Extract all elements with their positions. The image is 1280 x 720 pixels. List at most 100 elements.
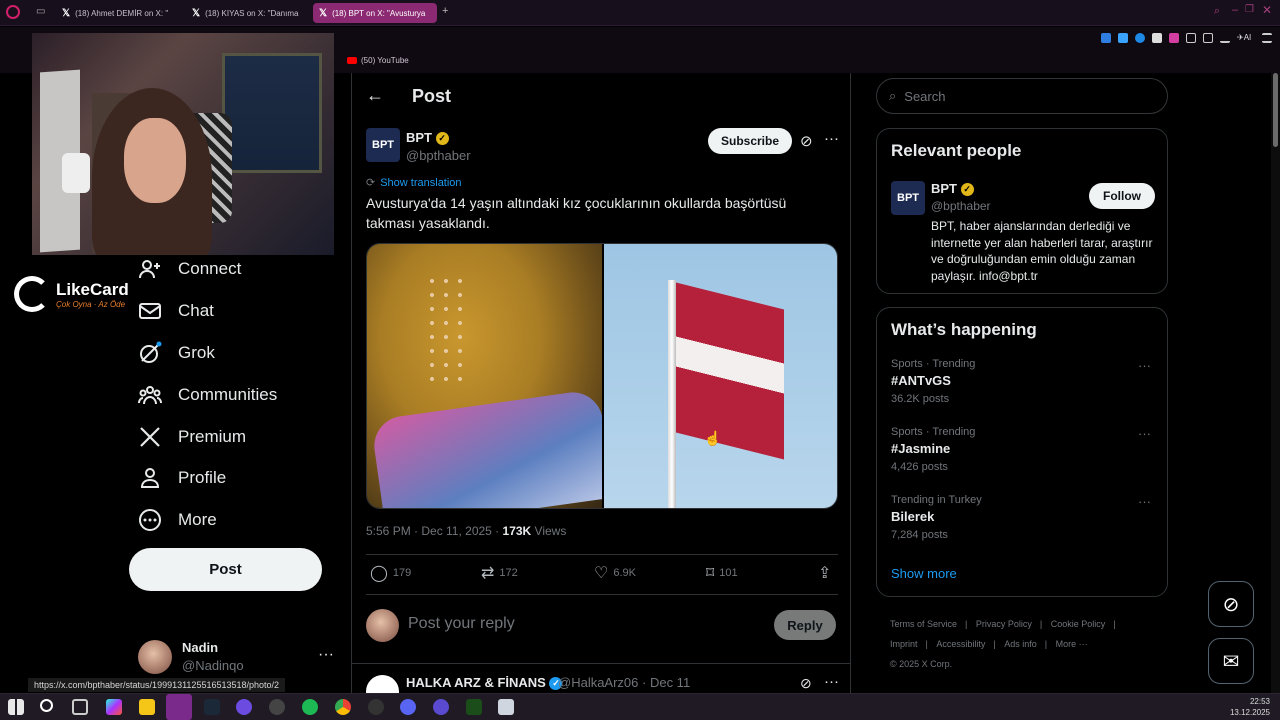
app-icon[interactable] [368, 699, 384, 715]
steam-icon[interactable] [204, 699, 220, 715]
photo-austrian-flag[interactable] [604, 244, 837, 508]
new-tab-button[interactable]: + [442, 5, 448, 17]
file-explorer-icon[interactable] [139, 699, 155, 715]
extension-icon[interactable] [1118, 33, 1128, 43]
menu-icon[interactable] [1262, 33, 1272, 43]
discord-icon[interactable] [400, 699, 416, 715]
extension-icon[interactable] [1135, 33, 1145, 43]
messages-fab[interactable]: ✉ [1208, 638, 1254, 684]
scrollbar-thumb[interactable] [1273, 73, 1278, 147]
tab-3-active[interactable]: 𝕏 (18) BPT on X: "Avusturya [313, 3, 437, 23]
grok-icon[interactable]: ⊘ [800, 132, 813, 150]
nav-chat[interactable]: Chat [138, 293, 214, 329]
follow-button[interactable]: Follow [1089, 183, 1155, 209]
trend-item[interactable]: Trending in Turkey Bilerek 7,284 posts ·… [891, 494, 1155, 544]
reply-input[interactable]: Post your reply [408, 615, 515, 633]
app-icon[interactable] [466, 699, 482, 715]
show-translation-link[interactable]: ⟳ Show translation [366, 176, 462, 190]
windows-start-icon[interactable] [8, 699, 24, 715]
grok-fab[interactable]: ⊘ [1208, 581, 1254, 627]
more-options-icon[interactable]: ··· [824, 673, 839, 690]
search-input[interactable] [904, 88, 1145, 104]
footer-link[interactable]: Privacy Policy [976, 619, 1032, 629]
photo-headscarf[interactable] [367, 244, 614, 508]
app-icon[interactable] [433, 699, 449, 715]
back-arrow-icon[interactable]: ← [366, 85, 384, 106]
nav-communities[interactable]: Communities [138, 377, 277, 413]
footer-link[interactable]: Terms of Service [890, 619, 957, 629]
close-window-icon[interactable]: ✕ [1262, 3, 1272, 17]
avatar[interactable]: BPT [891, 181, 925, 215]
post-button[interactable]: Post [129, 548, 322, 591]
grok-icon: ⊘ [1222, 593, 1240, 616]
app-icon[interactable] [498, 699, 514, 715]
account-switcher[interactable]: Nadin @Nadinqo ··· [138, 638, 338, 676]
task-view-icon[interactable] [72, 699, 88, 715]
grok-icon[interactable]: ⊘ [800, 675, 812, 692]
show-more-link[interactable]: Show more [891, 566, 957, 581]
extension-icon[interactable] [1101, 33, 1111, 43]
bookmark-action[interactable]: ⌑ 101 [706, 563, 738, 583]
spotify-icon[interactable] [302, 699, 318, 715]
repost-icon: ⇄ [481, 565, 495, 582]
verified-gold-icon: ✓ [435, 132, 449, 146]
subscribe-button[interactable]: Subscribe [708, 128, 792, 154]
extension-icon[interactable] [1152, 33, 1162, 43]
bookmark-youtube[interactable]: (50) YouTube [347, 56, 409, 65]
reply-action[interactable]: ◯ 179 [370, 563, 411, 583]
puzzle-icon[interactable] [1186, 33, 1196, 43]
obs-icon[interactable] [269, 699, 285, 715]
reply-post[interactable]: HALKA ARZ & FİNANS ✓ @HalkaArz06 · Dec 1… [366, 673, 839, 693]
tab-2[interactable]: 𝕏 (18) KIYAS on X: "Danıma [186, 3, 304, 23]
person-handle[interactable]: @bpthaber [931, 199, 991, 213]
system-clock[interactable]: 22:53 13.12.2025 [1230, 696, 1270, 718]
trend-more-icon[interactable]: ··· [1138, 426, 1151, 441]
author-avatar[interactable]: BPT [366, 128, 400, 162]
wallet-icon[interactable] [1203, 33, 1213, 43]
more-options-icon[interactable]: ··· [824, 130, 839, 147]
author-name-row[interactable]: BPT ✓ [406, 130, 449, 146]
trend-item[interactable]: Sports · Trending #Jasmine 4,426 posts ·… [891, 426, 1155, 476]
trend-item[interactable]: Sports · Trending #ANTvGS 36.2K posts ··… [891, 358, 1155, 408]
minimize-icon[interactable]: – [1232, 4, 1238, 16]
copilot-icon[interactable] [106, 699, 122, 715]
app-icon[interactable] [236, 699, 252, 715]
nav-profile[interactable]: Profile [138, 460, 226, 496]
footer-link[interactable]: Ads info [1004, 639, 1037, 649]
maximize-icon[interactable]: ❐ [1245, 4, 1254, 15]
nav-connect[interactable]: Connect [138, 251, 241, 287]
nav-more[interactable]: More [138, 502, 217, 538]
trend-more-icon[interactable]: ··· [1138, 494, 1151, 509]
repost-action[interactable]: ⇄ 172 [481, 563, 518, 583]
tab-overview-icon[interactable]: ▭ [36, 6, 45, 17]
chrome-icon[interactable] [335, 699, 351, 715]
footer-link[interactable]: Accessibility [936, 639, 985, 649]
heart-icon: ♡ [594, 565, 609, 582]
search-icon[interactable] [40, 699, 53, 712]
extension-icon[interactable] [1169, 33, 1179, 43]
x-logo-icon [140, 427, 160, 447]
account-more-icon[interactable]: ··· [318, 646, 334, 664]
person-name-row[interactable]: BPT ✓ [931, 181, 974, 197]
ai-icon[interactable]: ✈AI [1237, 33, 1255, 43]
like-action[interactable]: ♡ 6.9K [594, 563, 636, 583]
footer-link[interactable]: Cookie Policy [1051, 619, 1106, 629]
footer-link[interactable]: More ··· [1056, 639, 1088, 649]
tab-1[interactable]: 𝕏 (18) Ahmet DEMİR on X: " [56, 3, 174, 23]
nav-premium[interactable]: Premium [138, 419, 246, 455]
austrian-flag [676, 282, 784, 460]
share-action[interactable]: ⇪ [818, 563, 831, 583]
search-tabs-icon[interactable]: ⌕ [1214, 5, 1220, 18]
reply-button[interactable]: Reply [774, 610, 836, 640]
opera-gx-icon[interactable] [166, 694, 192, 720]
trend-more-icon[interactable]: ··· [1138, 358, 1151, 373]
footer-link[interactable]: Imprint [890, 639, 918, 649]
author-handle[interactable]: @bpthaber [406, 148, 471, 163]
nav-grok[interactable]: Grok [138, 335, 215, 371]
mail-icon [139, 303, 161, 319]
scrollbar[interactable] [1271, 73, 1280, 693]
download-icon[interactable] [1220, 33, 1230, 43]
avatar [366, 609, 399, 642]
opera-logo-icon[interactable] [6, 5, 20, 19]
search-box[interactable]: ⌕ [876, 78, 1168, 114]
